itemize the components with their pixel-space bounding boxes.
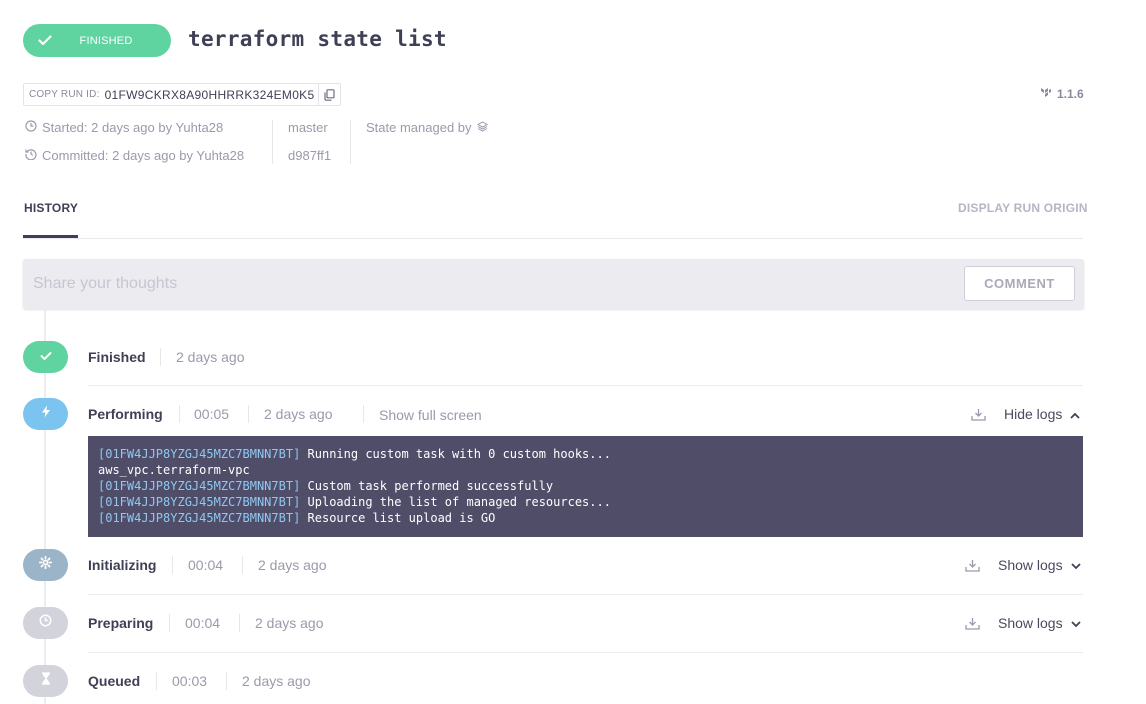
download-icon[interactable] <box>965 617 980 630</box>
terraform-icon <box>1040 87 1052 101</box>
row-divider <box>88 594 1083 595</box>
divider <box>226 672 227 690</box>
show-logs-label: Show logs <box>998 615 1063 631</box>
hide-logs-label: Hide logs <box>1004 406 1063 422</box>
log-line: [01FW4JJP8YZGJ45MZC7BMNN7BT] Custom task… <box>98 478 1073 494</box>
step-time: 2 days ago <box>258 557 327 573</box>
tabs-divider <box>23 238 1083 239</box>
divider <box>169 614 170 632</box>
log-line: [01FW4JJP8YZGJ45MZC7BMNN7BT] Running cus… <box>98 446 1073 462</box>
step-duration: 00:03 <box>172 673 208 689</box>
divider <box>156 672 157 690</box>
terraform-version: 1.1.6 <box>1040 87 1084 101</box>
copy-run-id-label: COPY RUN ID: <box>29 89 100 100</box>
log-output[interactable]: [01FW4JJP8YZGJ45MZC7BMNN7BT] Running cus… <box>88 436 1083 537</box>
divider <box>172 556 173 574</box>
step-time: 2 days ago <box>176 349 245 365</box>
comment-input[interactable] <box>33 272 913 296</box>
show-logs-label: Show logs <box>998 557 1063 573</box>
history-icon <box>25 148 37 163</box>
step-time: 2 days ago <box>264 406 333 422</box>
chevron-up-icon <box>1070 406 1081 422</box>
lightning-icon <box>41 405 51 423</box>
hide-logs-toggle[interactable]: Hide logs <box>971 406 1081 422</box>
preparing-step-icon <box>23 607 68 639</box>
step-name-queued: Queued <box>88 673 141 689</box>
finished-step-icon <box>23 341 68 373</box>
check-icon <box>23 35 67 46</box>
state-managed-info: State managed by <box>366 120 488 135</box>
row-divider <box>88 385 1083 386</box>
tab-active-indicator <box>23 235 78 238</box>
queued-step-icon <box>23 665 68 697</box>
copy-icon[interactable] <box>318 84 340 105</box>
step-name-finished: Finished <box>88 349 146 365</box>
performing-step-icon <box>23 398 68 430</box>
hourglass-icon <box>41 672 51 690</box>
step-duration: 00:05 <box>194 406 230 422</box>
clock-icon <box>25 120 37 135</box>
gear-icon <box>38 555 53 574</box>
step-name-performing: Performing <box>88 406 163 422</box>
log-run-id: [01FW4JJP8YZGJ45MZC7BMNN7BT] <box>98 511 301 525</box>
divider <box>160 348 161 366</box>
log-line: aws_vpc.terraform-vpc <box>98 462 1073 478</box>
show-logs-toggle[interactable]: Show logs <box>965 615 1081 631</box>
step-name-preparing: Preparing <box>88 615 154 631</box>
download-icon[interactable] <box>965 559 980 572</box>
display-run-origin-link[interactable]: DISPLAY RUN ORIGIN <box>958 201 1088 215</box>
comment-bar: COMMENT <box>23 259 1084 309</box>
row-divider <box>88 652 1083 653</box>
page-title: terraform state list <box>188 27 447 51</box>
stack-icon <box>476 120 488 135</box>
chevron-down-icon <box>1070 557 1081 573</box>
log-message: aws_vpc.terraform-vpc <box>98 463 250 477</box>
started-info: Started: 2 days ago by Yuhta28 <box>25 120 223 135</box>
divider <box>363 405 364 423</box>
step-duration: 00:04 <box>185 615 221 631</box>
download-icon[interactable] <box>971 408 986 421</box>
divider <box>272 120 273 164</box>
log-run-id: [01FW4JJP8YZGJ45MZC7BMNN7BT] <box>98 447 301 461</box>
status-badge: FINISHED <box>23 24 171 57</box>
log-message: Resource list upload is GO <box>300 511 496 525</box>
divider <box>239 614 240 632</box>
state-managed-text: State managed by <box>366 120 472 135</box>
divider <box>248 405 249 423</box>
step-duration: 00:04 <box>188 557 224 573</box>
status-label: FINISHED <box>79 34 133 47</box>
show-full-screen-link[interactable]: Show full screen <box>379 407 482 423</box>
step-time: 2 days ago <box>242 673 311 689</box>
run-id-value: 01FW9CKRX8A90HHRRK324EM0K5 <box>104 87 315 102</box>
started-text: Started: 2 days ago by Yuhta28 <box>42 120 224 135</box>
log-line: [01FW4JJP8YZGJ45MZC7BMNN7BT] Uploading t… <box>98 494 1073 510</box>
branch-name[interactable]: master <box>288 120 328 135</box>
check-icon <box>40 348 52 366</box>
log-run-id: [01FW4JJP8YZGJ45MZC7BMNN7BT] <box>98 495 301 509</box>
log-line: [01FW4JJP8YZGJ45MZC7BMNN7BT] Resource li… <box>98 510 1073 526</box>
step-name-initializing: Initializing <box>88 557 157 573</box>
log-message: Uploading the list of managed resources.… <box>300 495 611 509</box>
chevron-down-icon <box>1070 615 1081 631</box>
committed-text: Committed: 2 days ago by Yuhta28 <box>42 148 245 163</box>
log-run-id: [01FW4JJP8YZGJ45MZC7BMNN7BT] <box>98 479 301 493</box>
comment-button[interactable]: COMMENT <box>964 266 1075 301</box>
divider <box>350 120 351 164</box>
commit-hash[interactable]: d987ff1 <box>288 148 331 163</box>
run-id-box: COPY RUN ID: 01FW9CKRX8A90HHRRK324EM0K5 <box>23 83 342 106</box>
log-message: Custom task performed successfully <box>300 479 554 493</box>
committed-info: Committed: 2 days ago by Yuhta28 <box>25 148 244 163</box>
show-logs-toggle[interactable]: Show logs <box>965 557 1081 573</box>
tab-history[interactable]: HISTORY <box>24 201 78 215</box>
clock-icon <box>39 614 52 632</box>
version-value: 1.1.6 <box>1057 87 1084 101</box>
initializing-step-icon <box>23 549 68 581</box>
step-time: 2 days ago <box>255 615 324 631</box>
divider <box>242 556 243 574</box>
log-message: Running custom task with 0 custom hooks.… <box>300 447 611 461</box>
divider <box>179 405 180 423</box>
